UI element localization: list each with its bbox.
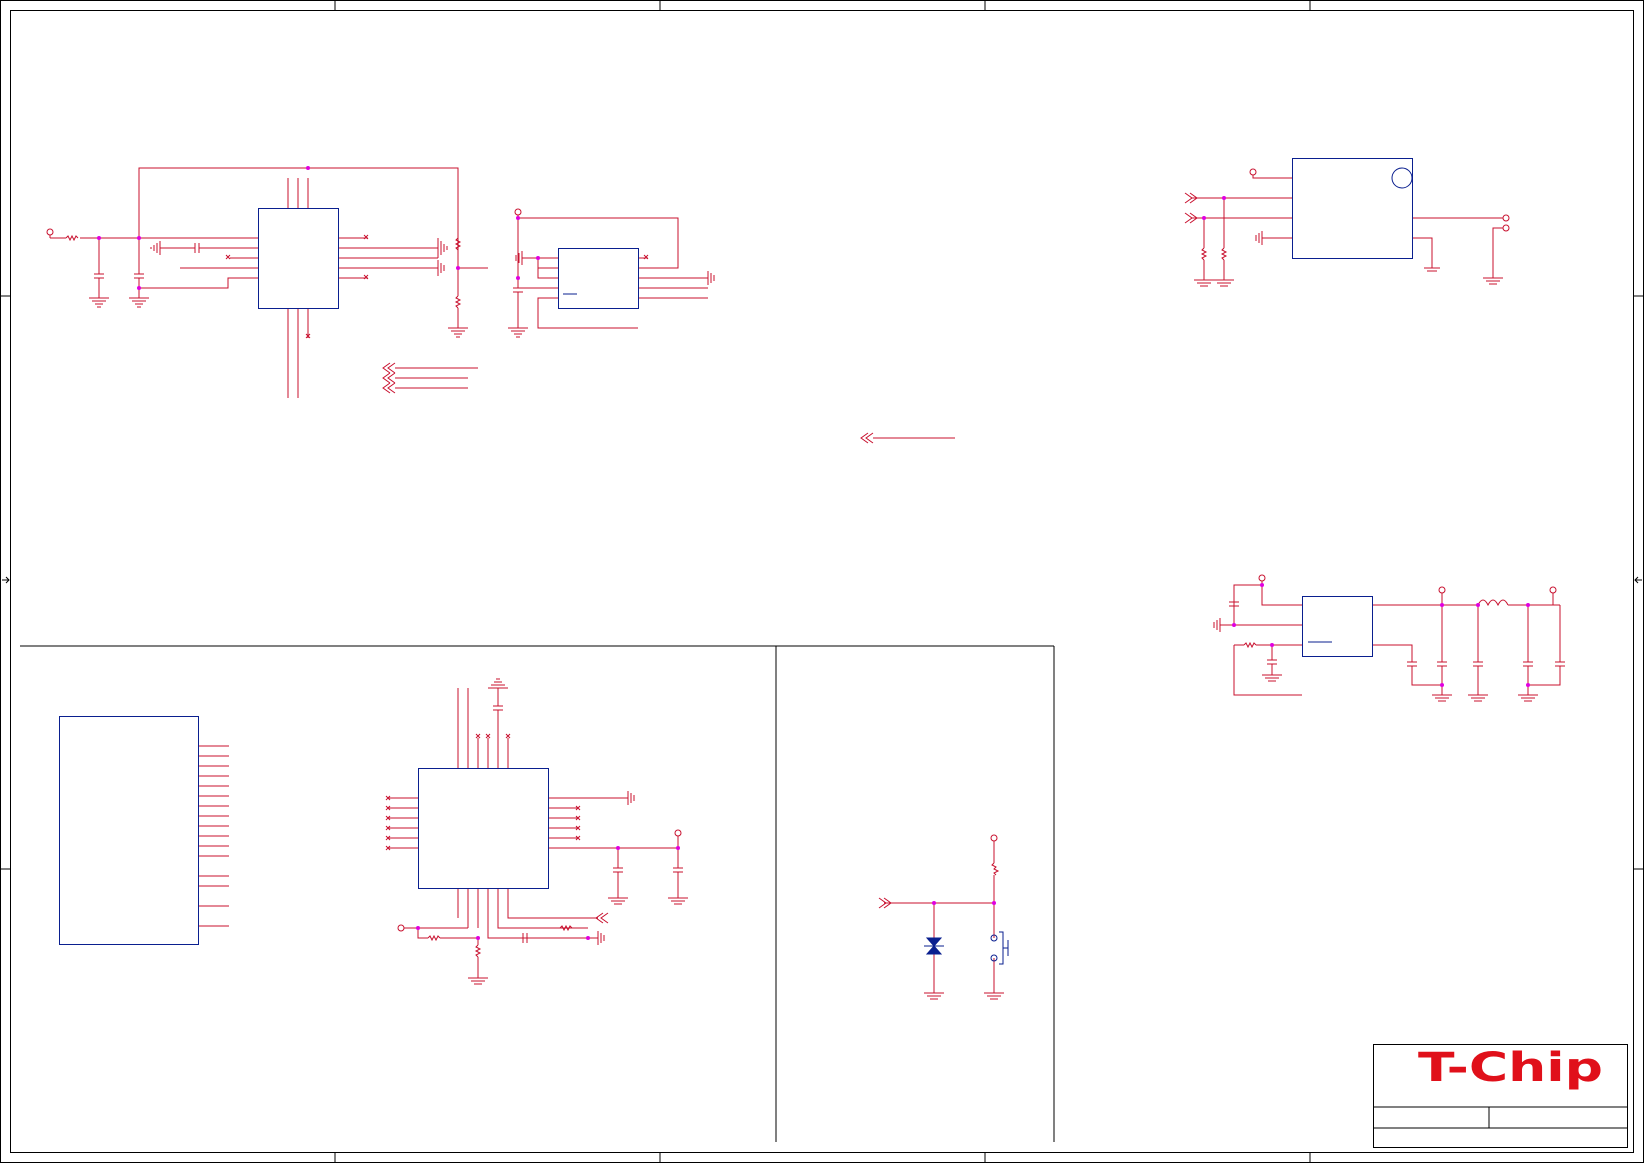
module-u3 bbox=[1292, 158, 1413, 259]
junction-dots-u1 bbox=[97, 166, 460, 290]
tvs-diode bbox=[924, 937, 944, 955]
regulator-circuit bbox=[1213, 574, 1565, 702]
module-circuit bbox=[1184, 168, 1510, 287]
sheet-frame bbox=[0, 0, 1644, 1163]
ic-u2-circuit bbox=[508, 208, 715, 338]
ic-u5 bbox=[418, 768, 549, 889]
reset-button-circuit bbox=[878, 834, 1004, 1000]
ic-u5-circuit bbox=[388, 678, 688, 985]
ic-u2 bbox=[558, 248, 639, 309]
junction-dots-u2 bbox=[516, 216, 540, 280]
junction-dots-u4 bbox=[1232, 583, 1530, 687]
connector-j1 bbox=[59, 716, 229, 945]
module-u3-marker bbox=[1391, 167, 1413, 189]
ic-u1 bbox=[258, 208, 339, 309]
title-block: T-Chip bbox=[1373, 1044, 1628, 1148]
company-logo: T-Chip bbox=[1418, 1045, 1603, 1091]
no-connect-marks-u5 bbox=[385, 733, 581, 851]
junction-dots-u3 bbox=[1202, 196, 1226, 220]
ic-u1-circuit bbox=[46, 167, 488, 398]
regulator-u4 bbox=[1302, 596, 1373, 657]
schematic-sheet: T-Chip bbox=[0, 0, 1644, 1163]
no-connect-marks-u1 bbox=[225, 234, 369, 339]
off-sheet-connector-mid bbox=[860, 432, 955, 444]
